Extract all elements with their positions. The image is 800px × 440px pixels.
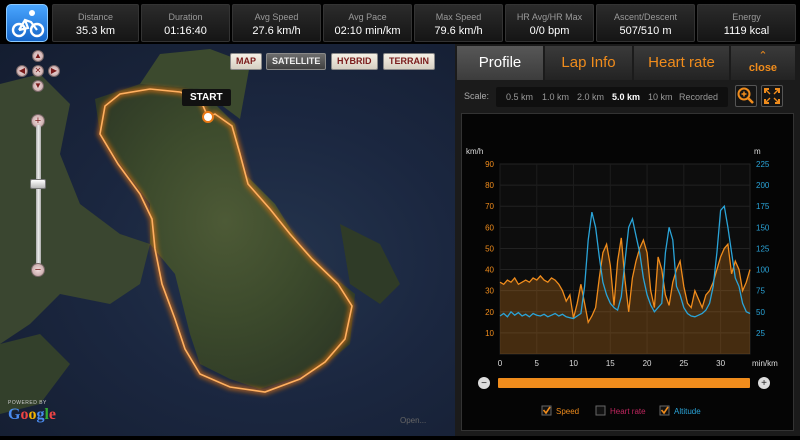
x-tick-label: 20 — [643, 359, 652, 368]
left-tick-label: 70 — [485, 202, 494, 211]
stat-label: HR Avg/HR Max — [516, 12, 583, 22]
scale-selector: Scale: 0.5 km 1.0 km 2.0 km 5.0 km 10 km… — [455, 84, 800, 110]
map-type-terrain-button[interactable]: TERRAIN — [383, 53, 435, 70]
pan-left-icon[interactable]: ◀ — [16, 65, 28, 77]
right-tick-label: 100 — [756, 266, 770, 275]
scale-option-5-0km[interactable]: 5.0 km — [612, 92, 640, 102]
satellite-map[interactable]: MAP SATELLITE HYBRID TERRAIN START ▲ ◀ ✕… — [0, 44, 455, 436]
pan-down-icon[interactable]: ▼ — [32, 80, 44, 92]
scale-option-1-0km[interactable]: 1.0 km — [542, 92, 569, 102]
pan-up-icon[interactable]: ▲ — [32, 50, 44, 62]
pan-center-icon[interactable]: ✕ — [32, 65, 44, 77]
scale-options: 0.5 km 1.0 km 2.0 km 5.0 km 10 km Record… — [496, 87, 728, 107]
stat-label: Max Speed — [435, 12, 482, 22]
right-tick-label: 125 — [756, 244, 770, 253]
right-tick-label: 175 — [756, 202, 770, 211]
close-button[interactable]: ⌃ close — [731, 46, 795, 80]
stat-label: Duration — [168, 12, 203, 22]
profile-chart[interactable]: 10 20 30 40 50 60 70 80 90 25 50 75 100 125 150 175 200 2… — [461, 113, 794, 431]
stat-ascent-descent: Ascent/Descent 507/510 m — [596, 4, 695, 42]
legend-label: Heart rate — [610, 407, 646, 416]
scrub-plus-label: + — [761, 378, 767, 389]
left-tick-label: 20 — [485, 308, 494, 317]
chevron-up-icon: ⌃ — [758, 50, 768, 62]
right-tick-label: 75 — [756, 287, 765, 296]
cycling-icon[interactable] — [6, 4, 48, 42]
legend-label: Altitude — [674, 407, 701, 416]
right-tick-label: 150 — [756, 223, 770, 232]
scale-option-0-5km[interactable]: 0.5 km — [506, 92, 533, 102]
stat-value: 01:16:40 — [164, 25, 207, 37]
scale-option-10km[interactable]: 10 km — [648, 92, 673, 102]
scale-label: Scale: — [464, 91, 490, 101]
right-tick-label: 50 — [756, 308, 765, 317]
google-logo: POWERED BY Google — [8, 400, 56, 424]
stat-value: 35.3 km — [75, 25, 116, 37]
x-tick-label: 5 — [535, 359, 540, 368]
stat-distance: Distance 35.3 km — [52, 4, 139, 42]
zoom-in-icon[interactable] — [735, 85, 757, 107]
x-tick-label: 0 — [498, 359, 503, 368]
google-wordmark: Google — [8, 406, 57, 423]
x-tick-label: 30 — [716, 359, 725, 368]
stat-label: Avg Speed — [254, 12, 299, 22]
stat-heart-rate: HR Avg/HR Max 0/0 bpm — [505, 4, 594, 42]
stat-duration: Duration 01:16:40 — [141, 4, 230, 42]
stat-value: 79.6 km/h — [434, 25, 483, 37]
map-type-hybrid-button[interactable]: HYBRID — [331, 53, 378, 70]
scale-option-2-0km[interactable]: 2.0 km — [577, 92, 604, 102]
stat-max-speed: Max Speed 79.6 km/h — [414, 4, 503, 42]
right-axis-unit: m — [754, 147, 761, 156]
map-type-satellite-button[interactable]: SATELLITE — [266, 53, 327, 70]
stat-label: Ascent/Descent — [613, 12, 678, 22]
zoom-out-map-icon[interactable]: − — [31, 263, 45, 277]
expand-icon[interactable] — [761, 85, 783, 107]
left-tick-label: 80 — [485, 181, 494, 190]
tab-profile[interactable]: Profile — [457, 46, 543, 80]
x-axis-unit: min/km — [752, 359, 778, 368]
legend-label: Speed — [556, 407, 579, 416]
stat-value: 27.6 km/h — [252, 25, 301, 37]
legend-checkbox — [595, 405, 606, 416]
left-tick-label: 60 — [485, 223, 494, 232]
left-tick-label: 90 — [485, 160, 494, 169]
scale-option-recorded[interactable]: Recorded — [679, 92, 718, 102]
zoom-slider-track[interactable] — [36, 125, 41, 265]
stat-value: 1119 kcal — [723, 25, 770, 37]
left-tick-label: 10 — [485, 329, 494, 338]
analysis-panel: Profile Lap Info Heart rate ⌃ close Scal… — [455, 44, 800, 436]
stat-energy: Energy 1119 kcal — [697, 4, 796, 42]
map-credit: Open... — [400, 416, 427, 425]
stat-label: Energy — [732, 12, 761, 22]
stat-value: 02:10 min/km — [334, 25, 401, 37]
map-type-map-button[interactable]: MAP — [230, 53, 262, 70]
stat-avg-pace: Avg Pace 02:10 min/km — [323, 4, 412, 42]
left-tick-label: 30 — [485, 287, 494, 296]
stat-label: Distance — [77, 12, 113, 22]
tab-lap-info[interactable]: Lap Info — [545, 46, 632, 80]
stat-value: 507/510 m — [619, 25, 672, 37]
right-tick-label: 200 — [756, 181, 770, 190]
zoom-slider-handle[interactable] — [30, 179, 46, 189]
left-axis-unit: km/h — [466, 147, 483, 156]
stat-value: 0/0 bpm — [529, 25, 570, 37]
start-label: START — [182, 89, 231, 106]
timeline-bar — [498, 378, 750, 388]
scrub-minus-label: − — [481, 378, 487, 389]
left-tick-label: 50 — [485, 244, 494, 253]
left-tick-label: 40 — [485, 266, 494, 275]
x-tick-label: 25 — [679, 359, 688, 368]
stats-bar: Distance 35.3 km Duration 01:16:40 Avg S… — [0, 0, 800, 44]
profile-chart-svg[interactable]: 1020304050607080902550751001251501752002… — [462, 114, 795, 432]
close-label: close — [748, 62, 778, 74]
stat-label: Avg Pace — [348, 12, 387, 22]
tab-heart-rate[interactable]: Heart rate — [634, 46, 729, 80]
x-tick-label: 15 — [606, 359, 615, 368]
pan-right-icon[interactable]: ▶ — [48, 65, 60, 77]
stat-avg-speed: Avg Speed 27.6 km/h — [232, 4, 321, 42]
right-tick-label: 25 — [756, 329, 765, 338]
x-tick-label: 10 — [569, 359, 578, 368]
start-marker[interactable] — [202, 111, 214, 123]
right-tick-label: 225 — [756, 160, 770, 169]
